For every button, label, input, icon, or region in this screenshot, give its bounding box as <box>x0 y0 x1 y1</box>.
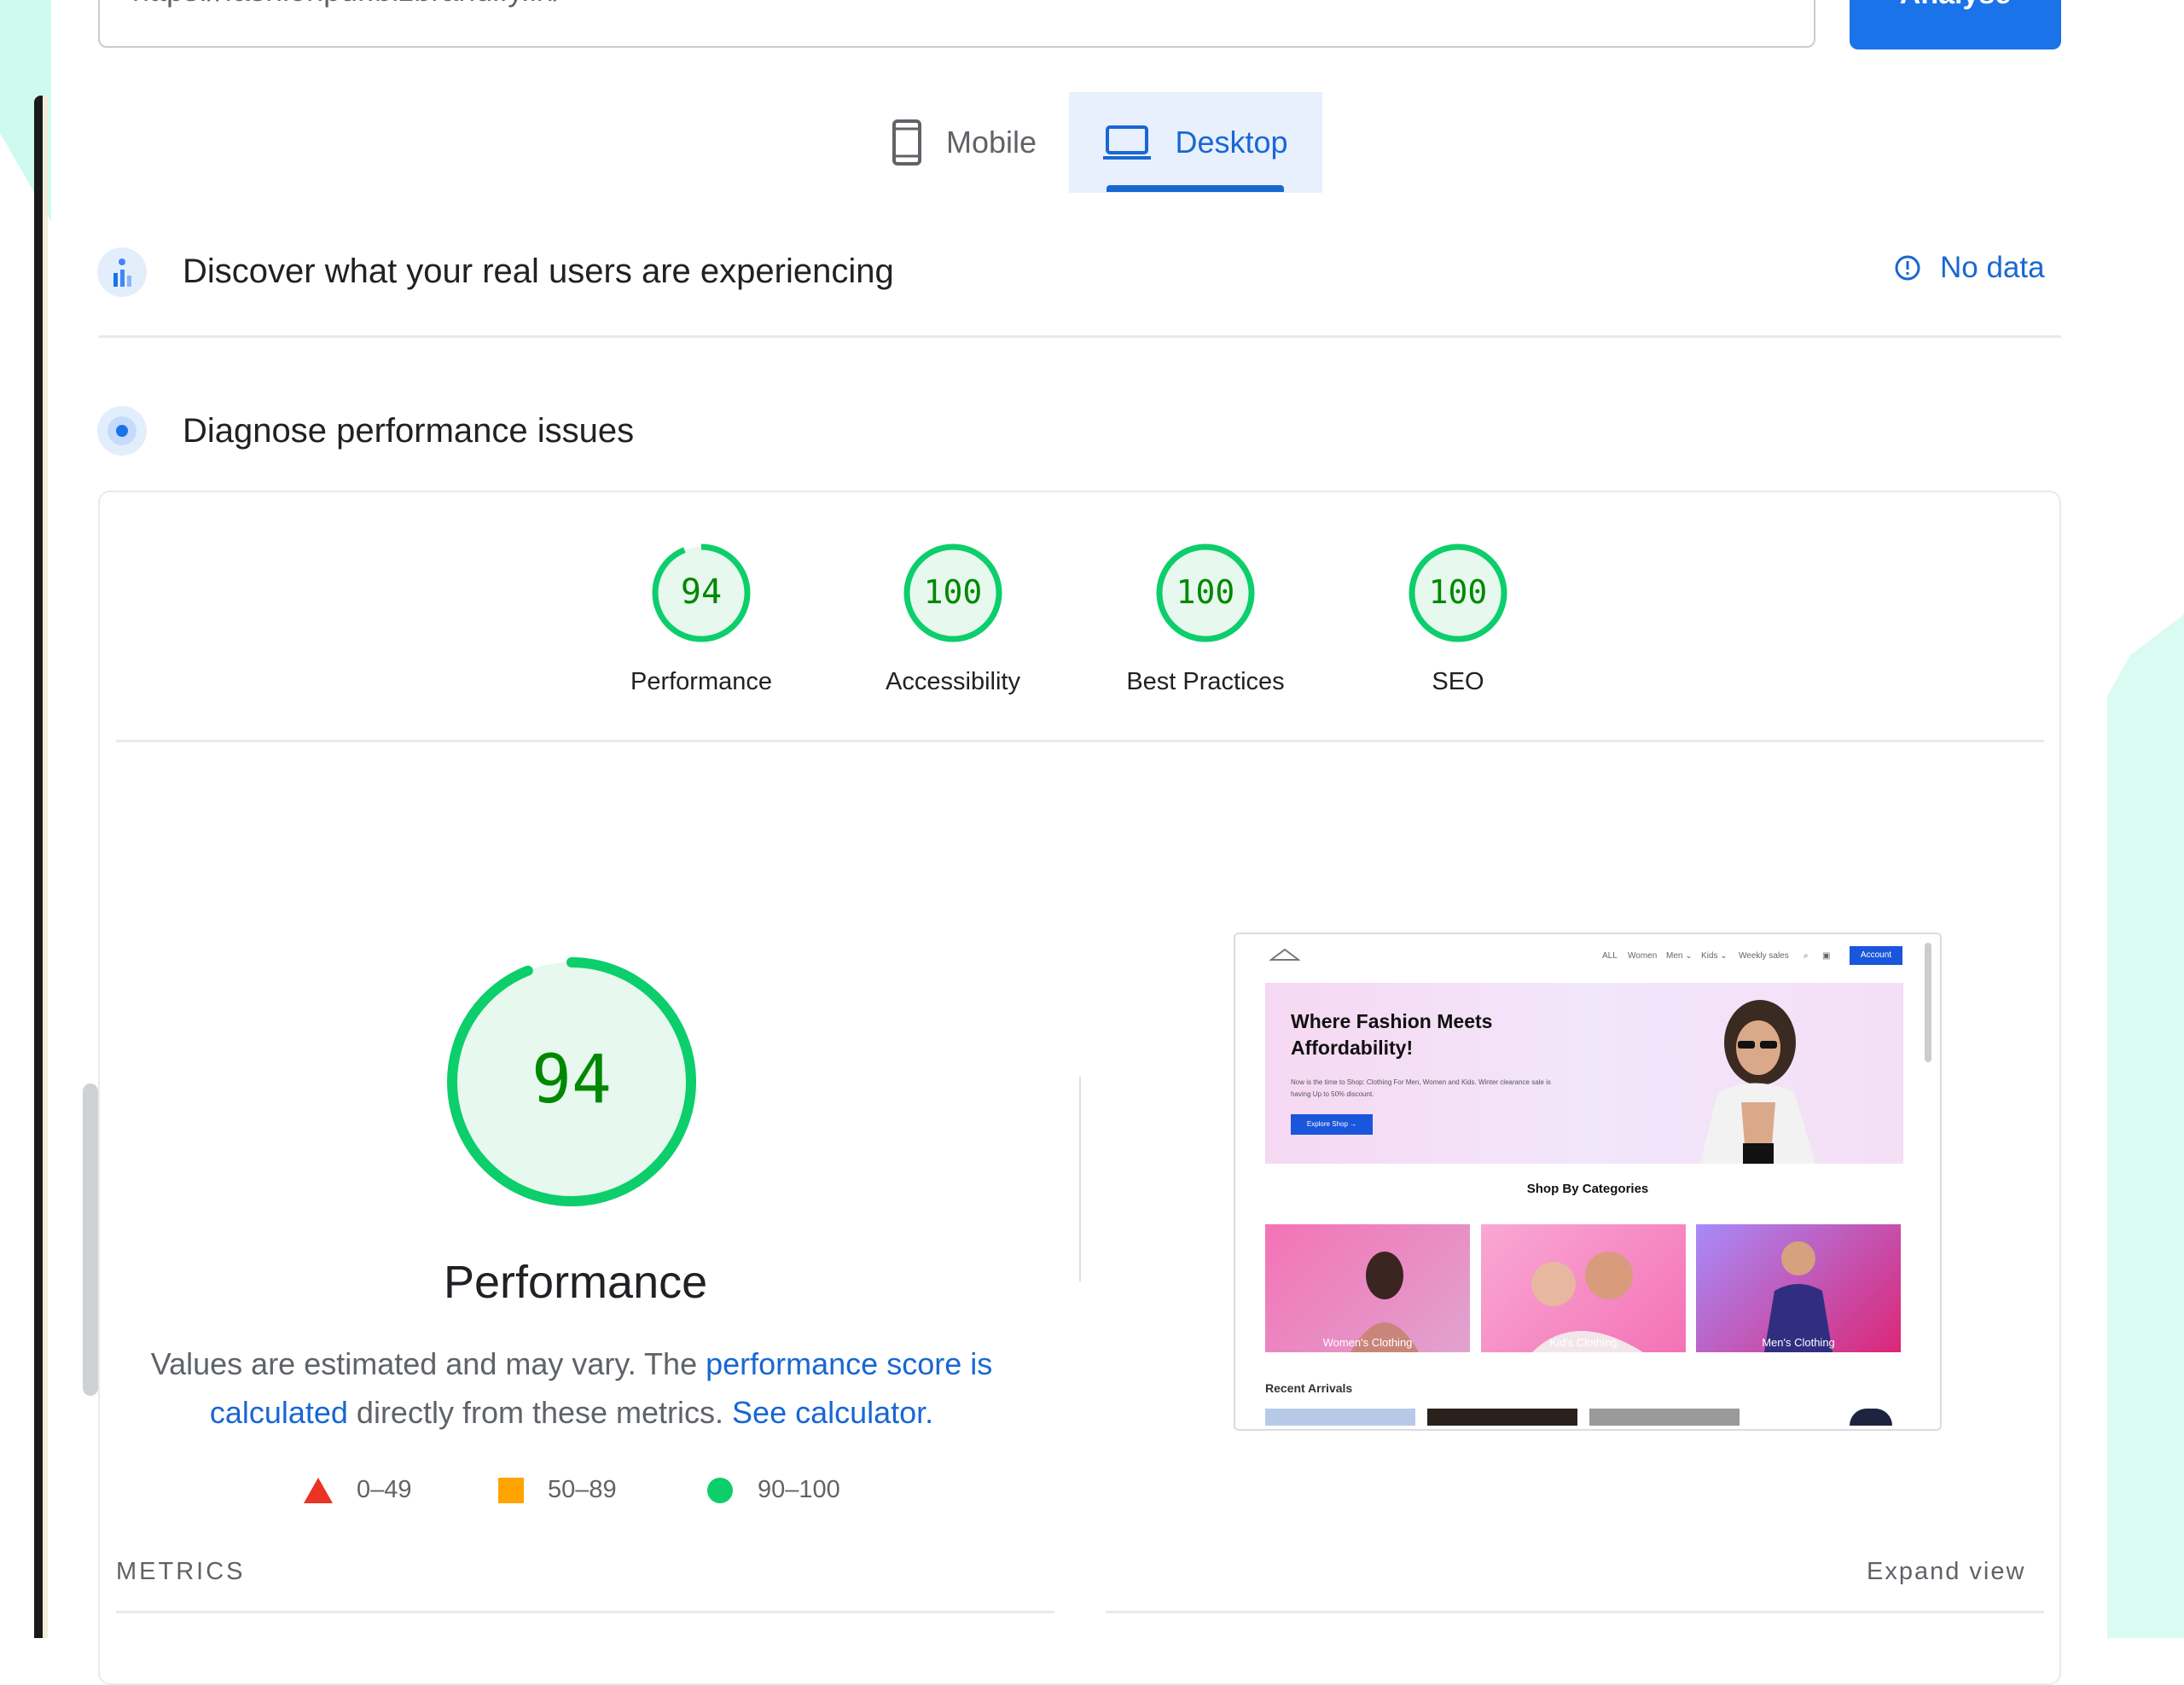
category-photo <box>1696 1224 1901 1352</box>
see-calculator-link[interactable]: See calculator. <box>732 1395 933 1430</box>
page-screenshot: ALL Women Men ⌄ Kids ⌄ Weekly sales ⌕ ▣ … <box>1234 933 1942 1431</box>
device-frame <box>34 96 43 1638</box>
score-gauge-accessibility[interactable]: 100 <box>903 543 1003 643</box>
background-shape <box>2107 614 2184 1638</box>
legend-average-label: 50–89 <box>548 1476 617 1504</box>
score-label: Performance <box>590 668 812 696</box>
search-icon: ⌕ <box>1804 951 1809 961</box>
tab-selected-indicator <box>1107 185 1284 192</box>
tab-desktop[interactable]: Desktop <box>1069 92 1322 193</box>
score-label: Accessibility <box>842 668 1064 696</box>
preview-category-label: Men's Clothing <box>1696 1336 1901 1349</box>
laptop-icon <box>1103 125 1151 160</box>
product-thumb <box>1850 1409 1892 1426</box>
scores-divider <box>116 740 2044 742</box>
analyse-button[interactable]: Analyse <box>1850 0 2061 49</box>
score-gauge-performance[interactable]: 94 <box>651 543 752 643</box>
score-value: 100 <box>924 573 983 611</box>
device-frame-edge <box>43 96 48 1638</box>
tab-mobile-label: Mobile <box>946 125 1037 160</box>
cart-icon: ▣ <box>1822 951 1830 961</box>
preview-category-label: Women's Clothing <box>1265 1336 1470 1349</box>
score-value: 100 <box>1429 573 1488 611</box>
product-thumb <box>1265 1409 1415 1426</box>
score-gauge-seo[interactable]: 100 <box>1408 543 1508 643</box>
preview-navbar: ALL Women Men ⌄ Kids ⌄ Weekly sales ⌕ ▣ … <box>1235 934 1940 979</box>
metrics-heading: METRICS <box>116 1558 246 1586</box>
legend-fail-label: 0–49 <box>357 1476 412 1504</box>
diagnose-title: Diagnose performance issues <box>183 412 634 450</box>
expand-view-button[interactable]: Expand view <box>1867 1558 2025 1586</box>
preview-hero: Where Fashion Meets Affordability! Now i… <box>1265 983 1903 1164</box>
column-divider <box>1079 1077 1081 1281</box>
performance-heading: Performance <box>444 1256 700 1309</box>
url-input-value: https://fashionpur.bizbrandify.in/ <box>132 0 562 9</box>
score-gauge-best-practices[interactable]: 100 <box>1155 543 1256 643</box>
description-text: Values are estimated and may vary. The <box>151 1346 706 1381</box>
users-chart-icon <box>97 247 147 297</box>
tab-mobile[interactable]: Mobile <box>862 92 1066 193</box>
no-data-status[interactable]: No data <box>1894 251 2045 285</box>
preview-hero-subtitle: Now is the time to Shop: Clothing For Me… <box>1291 1077 1564 1101</box>
score-label: Best Practices <box>1095 668 1316 696</box>
model-photo <box>1666 991 1837 1164</box>
preview-nav-item: Women <box>1628 951 1657 961</box>
preview-account-button: Account <box>1850 946 1902 965</box>
score-value: 94 <box>681 572 722 612</box>
section-divider <box>98 335 2061 338</box>
legend-pass: 90–100 <box>706 1476 840 1504</box>
preview-categories-title: Shop By Categories <box>1235 1182 1940 1196</box>
metrics-divider <box>116 1611 1054 1613</box>
description-text: directly from these metrics. <box>348 1395 732 1430</box>
preview-nav-item: Men ⌄ <box>1666 951 1693 961</box>
legend-average: 50–89 <box>498 1476 617 1504</box>
preview-category-card: Women's Clothing <box>1265 1224 1470 1352</box>
tab-desktop-label: Desktop <box>1175 125 1287 160</box>
score-label: SEO <box>1347 668 1569 696</box>
triangle-icon <box>304 1478 333 1503</box>
preview-nav-item: ALL <box>1602 951 1618 961</box>
performance-description: Values are estimated and may vary. The p… <box>136 1339 1007 1437</box>
legend-pass-label: 90–100 <box>758 1476 840 1504</box>
no-data-label: No data <box>1940 251 2045 285</box>
preview-category-card: Kid's Clothing <box>1481 1224 1686 1352</box>
preview-scrollbar <box>1925 943 1931 1062</box>
hanger-logo-icon <box>1269 946 1300 963</box>
smartphone-icon <box>892 119 922 166</box>
metrics-divider <box>1106 1611 2044 1613</box>
preview-category-card: Men's Clothing <box>1696 1224 1901 1352</box>
performance-gauge: 94 <box>445 956 698 1208</box>
target-icon <box>97 406 147 456</box>
product-thumb <box>1427 1409 1577 1426</box>
preview-hero-button: Explore Shop → <box>1291 1114 1373 1135</box>
score-value: 100 <box>1176 573 1235 611</box>
performance-gauge-value: 94 <box>531 1042 612 1118</box>
field-data-title: Discover what your real users are experi… <box>183 253 894 291</box>
product-thumb <box>1589 1409 1740 1426</box>
category-photo <box>1265 1224 1470 1352</box>
scrollbar-thumb[interactable] <box>83 1084 98 1396</box>
preview-category-label: Kid's Clothing <box>1481 1336 1686 1349</box>
category-photo <box>1481 1224 1686 1352</box>
preview-recent-title: Recent Arrivals <box>1265 1381 1352 1395</box>
preview-nav-item: Weekly sales <box>1739 951 1789 961</box>
legend-fail: 0–49 <box>304 1476 412 1504</box>
preview-nav-item: Kids ⌄ <box>1701 951 1728 961</box>
circle-icon <box>706 1477 734 1504</box>
info-icon <box>1894 254 1921 282</box>
square-icon <box>498 1478 524 1503</box>
preview-hero-title: Where Fashion Meets Affordability! <box>1291 1008 1547 1061</box>
